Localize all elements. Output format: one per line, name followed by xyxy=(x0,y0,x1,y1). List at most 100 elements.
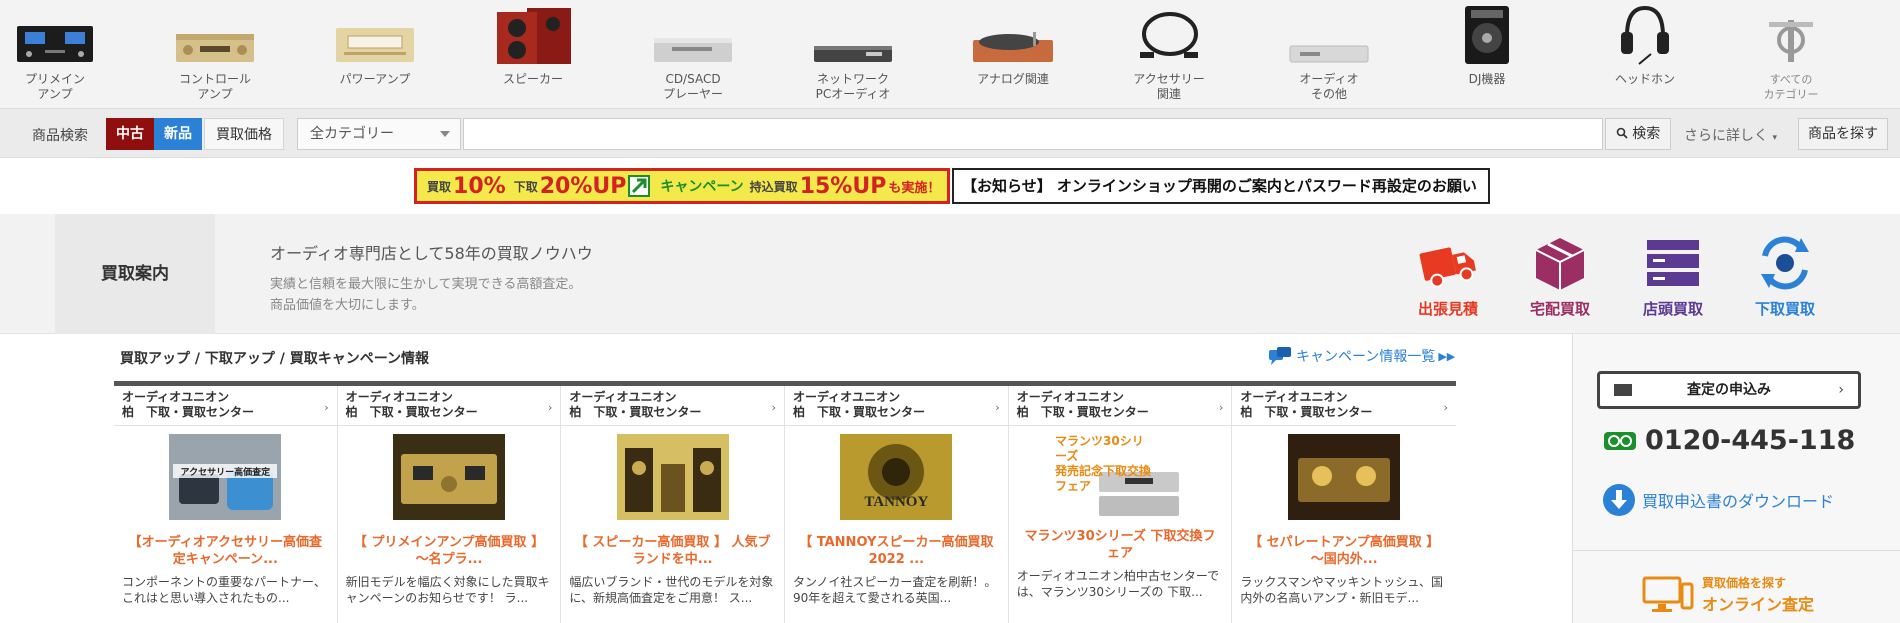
search-icon xyxy=(1616,127,1628,139)
card-description: タンノイ社スピーカー査定を刷新！。 90年を超えて愛される英国... xyxy=(793,575,997,605)
banner-buy-value: 10% xyxy=(453,173,506,199)
card-description: 新旧モデルを幅広く対象にした買取キャンペーンのお知らせです！ ラ... xyxy=(345,575,550,605)
card-image xyxy=(393,434,505,520)
dj-icon xyxy=(1442,6,1532,66)
find-products-button[interactable]: 商品を探す xyxy=(1798,118,1888,150)
used-tab[interactable]: 中古 xyxy=(106,118,154,150)
campaign-list-label: キャンペーン情報一覧 xyxy=(1296,349,1436,365)
campaign-card[interactable]: オーディオユニオン 柏 下取・買取センター › 【 プリメインアンプ高価買取 】… xyxy=(337,386,562,623)
card-title[interactable]: 【 TANNOYスピーカー高価買取 2022 ... xyxy=(785,534,1008,568)
campaign-list-link[interactable]: キャンペーン情報一覧 ▶▶ xyxy=(1268,346,1455,366)
delivery-buy-link[interactable]: 宅配買取 xyxy=(1510,234,1610,319)
notice-banner[interactable]: 【お知らせ】 オンラインショップ再開のご案内とパスワード再設定のお願い xyxy=(952,168,1490,204)
category-audio-other[interactable]: オーディオ その他 xyxy=(1254,6,1404,104)
card-title[interactable]: 【 プリメインアンプ高価買取 】 ～名プラ... xyxy=(338,534,561,568)
card-description: コンポーネントの重要なパートナー、これはと思い導入されたもの... xyxy=(122,575,326,605)
category-accessory[interactable]: アクセサリー 関連 xyxy=(1094,6,1244,104)
buy-guide-lead: オーディオ専門店として58年の買取ノウハウ xyxy=(270,244,593,263)
category-power-amp[interactable]: パワーアンプ xyxy=(300,6,450,104)
category-speaker[interactable]: スピーカー xyxy=(458,6,608,104)
card-image-caption-line: マランツ30シリーズ xyxy=(1055,434,1144,463)
card-store-center: 柏 下取・買取センター xyxy=(345,405,478,419)
chevron-right-icon: › xyxy=(1218,401,1224,414)
category-select[interactable]: 全カテゴリー xyxy=(297,118,461,150)
search-bar: 商品検索 中古 新品 買取価格 全カテゴリー 検索 さらに詳しく ▾ 商品を探す xyxy=(0,108,1900,158)
card-store[interactable]: オーディオユニオン 柏 下取・買取センター › xyxy=(561,386,785,426)
campaign-card[interactable]: オーディオユニオン 柏 下取・買取センター › TANNOY 【 TANNOYス… xyxy=(785,386,1009,623)
all-categories-icon xyxy=(1746,6,1836,66)
card-store-name: オーディオユニオン xyxy=(345,390,453,404)
card-image-caption: TANNOY xyxy=(864,494,929,510)
banner-tradein-label: 下取 xyxy=(513,179,538,194)
download-icon xyxy=(1603,484,1635,516)
store-buy-label: 店頭買取 xyxy=(1642,300,1703,318)
banner-carryin-label: 持込買取 xyxy=(749,179,798,194)
online-assessment-title: オンライン査定 xyxy=(1702,595,1815,614)
card-title[interactable]: 【 スピーカー高価買取 】 人気ブランドを中... xyxy=(561,534,784,568)
card-title[interactable]: 【オーディオアクセサリー高価査定キャンペーン... xyxy=(114,534,337,568)
category-label: ヘッドホン xyxy=(1614,72,1675,86)
card-title[interactable]: マランツ30シリーズ 下取交換フェア xyxy=(1009,528,1232,562)
chevron-right-icon: › xyxy=(1443,401,1449,414)
control-amp-icon xyxy=(170,6,260,66)
cable-icon xyxy=(1124,6,1214,66)
card-image-caption: マランツ30シリーズ 発売記念下取交換 フェア xyxy=(1055,434,1155,494)
campaign-card[interactable]: オーディオユニオン 柏 下取・買取センター › 【 スピーカー高価買取 】 人気… xyxy=(561,386,786,623)
application-download-link[interactable]: 買取申込書のダウンロード xyxy=(1602,483,1834,517)
buy-guide-title: 買取案内 xyxy=(55,214,215,334)
card-title[interactable]: 【 セパレートアンプ高価買取 】 ～国内外... xyxy=(1232,534,1456,568)
card-image-caption-line: フェア xyxy=(1055,479,1092,493)
campaign-card[interactable]: オーディオユニオン 柏 下取・買取センター › マランツ30シリーズ 発売記念下… xyxy=(1008,386,1233,623)
card-description: ラックスマンやマッキントッシュ、国内外の名高いアンプ・新旧モデ... xyxy=(1240,575,1444,605)
campaign-card-list: オーディオユニオン 柏 下取・買取センター › アクセサリー高価査定 【オーディ… xyxy=(114,381,1457,623)
card-store[interactable]: オーディオユニオン 柏 下取・買取センター › xyxy=(337,386,561,426)
box-icon xyxy=(1530,234,1590,292)
banner-tail: も実施！ xyxy=(888,180,941,196)
arrow-up-icon xyxy=(628,175,651,197)
category-label: すべての カテゴリー xyxy=(1763,73,1819,101)
category-all[interactable]: すべての カテゴリー xyxy=(1716,6,1866,104)
card-store-center: 柏 下取・買取センター xyxy=(793,405,926,419)
card-store-name: オーディオユニオン xyxy=(1240,390,1348,404)
category-headphone[interactable]: ヘッドホン xyxy=(1570,5,1720,104)
application-download-label: 買取申込書のダウンロード xyxy=(1642,492,1835,511)
speaker-icon xyxy=(488,6,578,66)
phone-number[interactable]: 0120-445-118 xyxy=(1603,425,1855,456)
category-bar: プリメイン アンプ コントロール アンプ パワーアンプ スピーカー CD/SAC… xyxy=(0,0,1900,108)
search-button[interactable]: 検索 xyxy=(1605,118,1671,150)
store-buy-link[interactable]: 店頭買取 xyxy=(1623,234,1723,319)
speech-bubble-icon xyxy=(1269,347,1291,365)
card-store-name: オーディオユニオン xyxy=(1016,390,1124,404)
tradein-buy-link[interactable]: 下取買取 xyxy=(1735,234,1835,319)
online-assessment-sub: 買取価格を探す xyxy=(1702,576,1787,590)
category-cd-player[interactable]: CD/SACD プレーヤー xyxy=(618,6,768,104)
category-dj[interactable]: DJ機器 xyxy=(1412,6,1562,104)
campaign-card[interactable]: オーディオユニオン 柏 下取・買取センター › 【 セパレートアンプ高価買取 】… xyxy=(1232,386,1457,623)
card-description: 幅広いブランド・世代のモデルを対象に、新規高価査定をご用意！ ス... xyxy=(569,575,774,605)
search-input[interactable] xyxy=(463,118,1603,150)
power-amp-icon xyxy=(330,6,420,66)
card-store[interactable]: オーディオユニオン 柏 下取・買取センター › xyxy=(1008,386,1232,426)
buy-price-tab[interactable]: 買取価格 xyxy=(204,118,284,150)
campaign-banner[interactable]: 買取 10% 下取 20%UP キャンペーン 持込買取 15%UP も実施！ xyxy=(414,168,950,204)
card-image: マランツ30シリーズ 発売記念下取交換 フェア xyxy=(1055,434,1186,520)
category-select-value: 全カテゴリー xyxy=(310,126,394,142)
banner-carryin-value: 15%UP xyxy=(799,173,887,199)
card-store[interactable]: オーディオユニオン 柏 下取・買取センター › xyxy=(1232,386,1457,426)
apply-assessment-button[interactable]: 査定の申込み › xyxy=(1597,371,1861,409)
category-integrated-amp[interactable]: プリメイン アンプ xyxy=(0,6,130,104)
category-control-amp[interactable]: コントロール アンプ xyxy=(140,6,290,104)
buy-guide-description: 実績と信頼を最大限に生かして実現できる高額査定。 商品価値を大切にします。 xyxy=(270,274,581,316)
online-assessment-link[interactable]: 買取価格を探す オンライン査定 xyxy=(1642,574,1814,615)
chevron-right-icon: › xyxy=(547,401,553,414)
onsite-estimate-link[interactable]: 出張見積 xyxy=(1398,234,1498,319)
card-store[interactable]: オーディオユニオン 柏 下取・買取センター › xyxy=(114,386,337,426)
card-image: アクセサリー高価査定 xyxy=(169,434,282,520)
campaign-card[interactable]: オーディオユニオン 柏 下取・買取センター › アクセサリー高価査定 【オーディ… xyxy=(114,386,338,623)
card-store[interactable]: オーディオユニオン 柏 下取・買取センター › xyxy=(785,386,1008,426)
category-network-audio[interactable]: ネットワーク PCオーディオ xyxy=(778,6,928,104)
category-analog[interactable]: アナログ関連 xyxy=(938,6,1088,104)
new-tab[interactable]: 新品 xyxy=(154,118,202,150)
advanced-search-toggle[interactable]: さらに詳しく ▾ xyxy=(1684,125,1777,145)
phone-number-text: 0120-445-118 xyxy=(1645,425,1856,456)
